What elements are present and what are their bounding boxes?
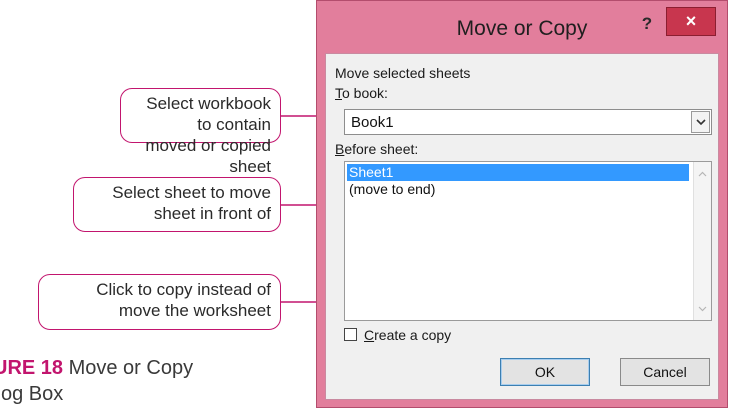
list-item-move-to-end[interactable]: (move to end): [347, 181, 435, 198]
to-book-label: To book:: [335, 85, 388, 101]
figure-stage: Select workbook to contain moved or copi…: [0, 0, 729, 408]
callout-select-workbook: Select workbook to contain moved or copi…: [120, 88, 281, 176]
cancel-button[interactable]: Cancel: [620, 358, 710, 386]
callout-create-copy: Click to copy instead of move the worksh…: [38, 274, 281, 330]
dialog-titlebar[interactable]: Move or Copy ? ×: [317, 1, 727, 53]
before-sheet-label: Before sheet:: [335, 141, 419, 157]
callout-workbook-line1: Select workbook to contain: [146, 94, 271, 134]
callout-workbook-line2: moved or copied sheet: [145, 136, 271, 176]
chevron-down-icon: [695, 118, 706, 125]
list-item-sheet1[interactable]: Sheet1: [347, 164, 689, 181]
figure-caption-line2: og Box: [1, 383, 64, 405]
scroll-up-icon[interactable]: [698, 170, 707, 179]
before-sheet-listbox[interactable]: Sheet1 (move to end): [344, 161, 712, 321]
figure-number: URE 18: [0, 357, 64, 379]
to-book-dropdown[interactable]: Book1: [344, 109, 712, 135]
figure-caption-line1: Move or Copy: [63, 357, 194, 379]
close-button[interactable]: ×: [666, 7, 716, 36]
dropdown-arrow-button[interactable]: [691, 111, 710, 133]
callout-copy-line2: move the worksheet: [118, 301, 271, 320]
callout-sheet-line2: sheet in front of: [153, 204, 271, 223]
ok-button[interactable]: OK: [500, 358, 590, 386]
help-button[interactable]: ?: [636, 12, 658, 36]
scroll-down-icon[interactable]: [698, 304, 707, 313]
to-book-value: Book1: [351, 114, 394, 131]
listbox-scrollbar[interactable]: [693, 162, 711, 320]
figure-caption: URE 18 Move or Copy og Box: [0, 355, 193, 407]
move-selected-sheets-label: Move selected sheets: [335, 65, 471, 81]
dialog-client-area: Move selected sheets To book: Book1 Befo…: [325, 53, 719, 400]
create-copy-label[interactable]: Create a copy: [364, 327, 451, 343]
move-or-copy-dialog: Move or Copy ? × Move selected sheets To…: [316, 0, 728, 408]
close-icon: ×: [685, 11, 697, 31]
callout-copy-line1: Click to copy instead of: [96, 280, 271, 299]
callout-select-sheet: Select sheet to move sheet in front of: [73, 177, 281, 232]
create-copy-checkbox[interactable]: [344, 328, 357, 341]
callout-sheet-line1: Select sheet to move: [112, 183, 271, 202]
